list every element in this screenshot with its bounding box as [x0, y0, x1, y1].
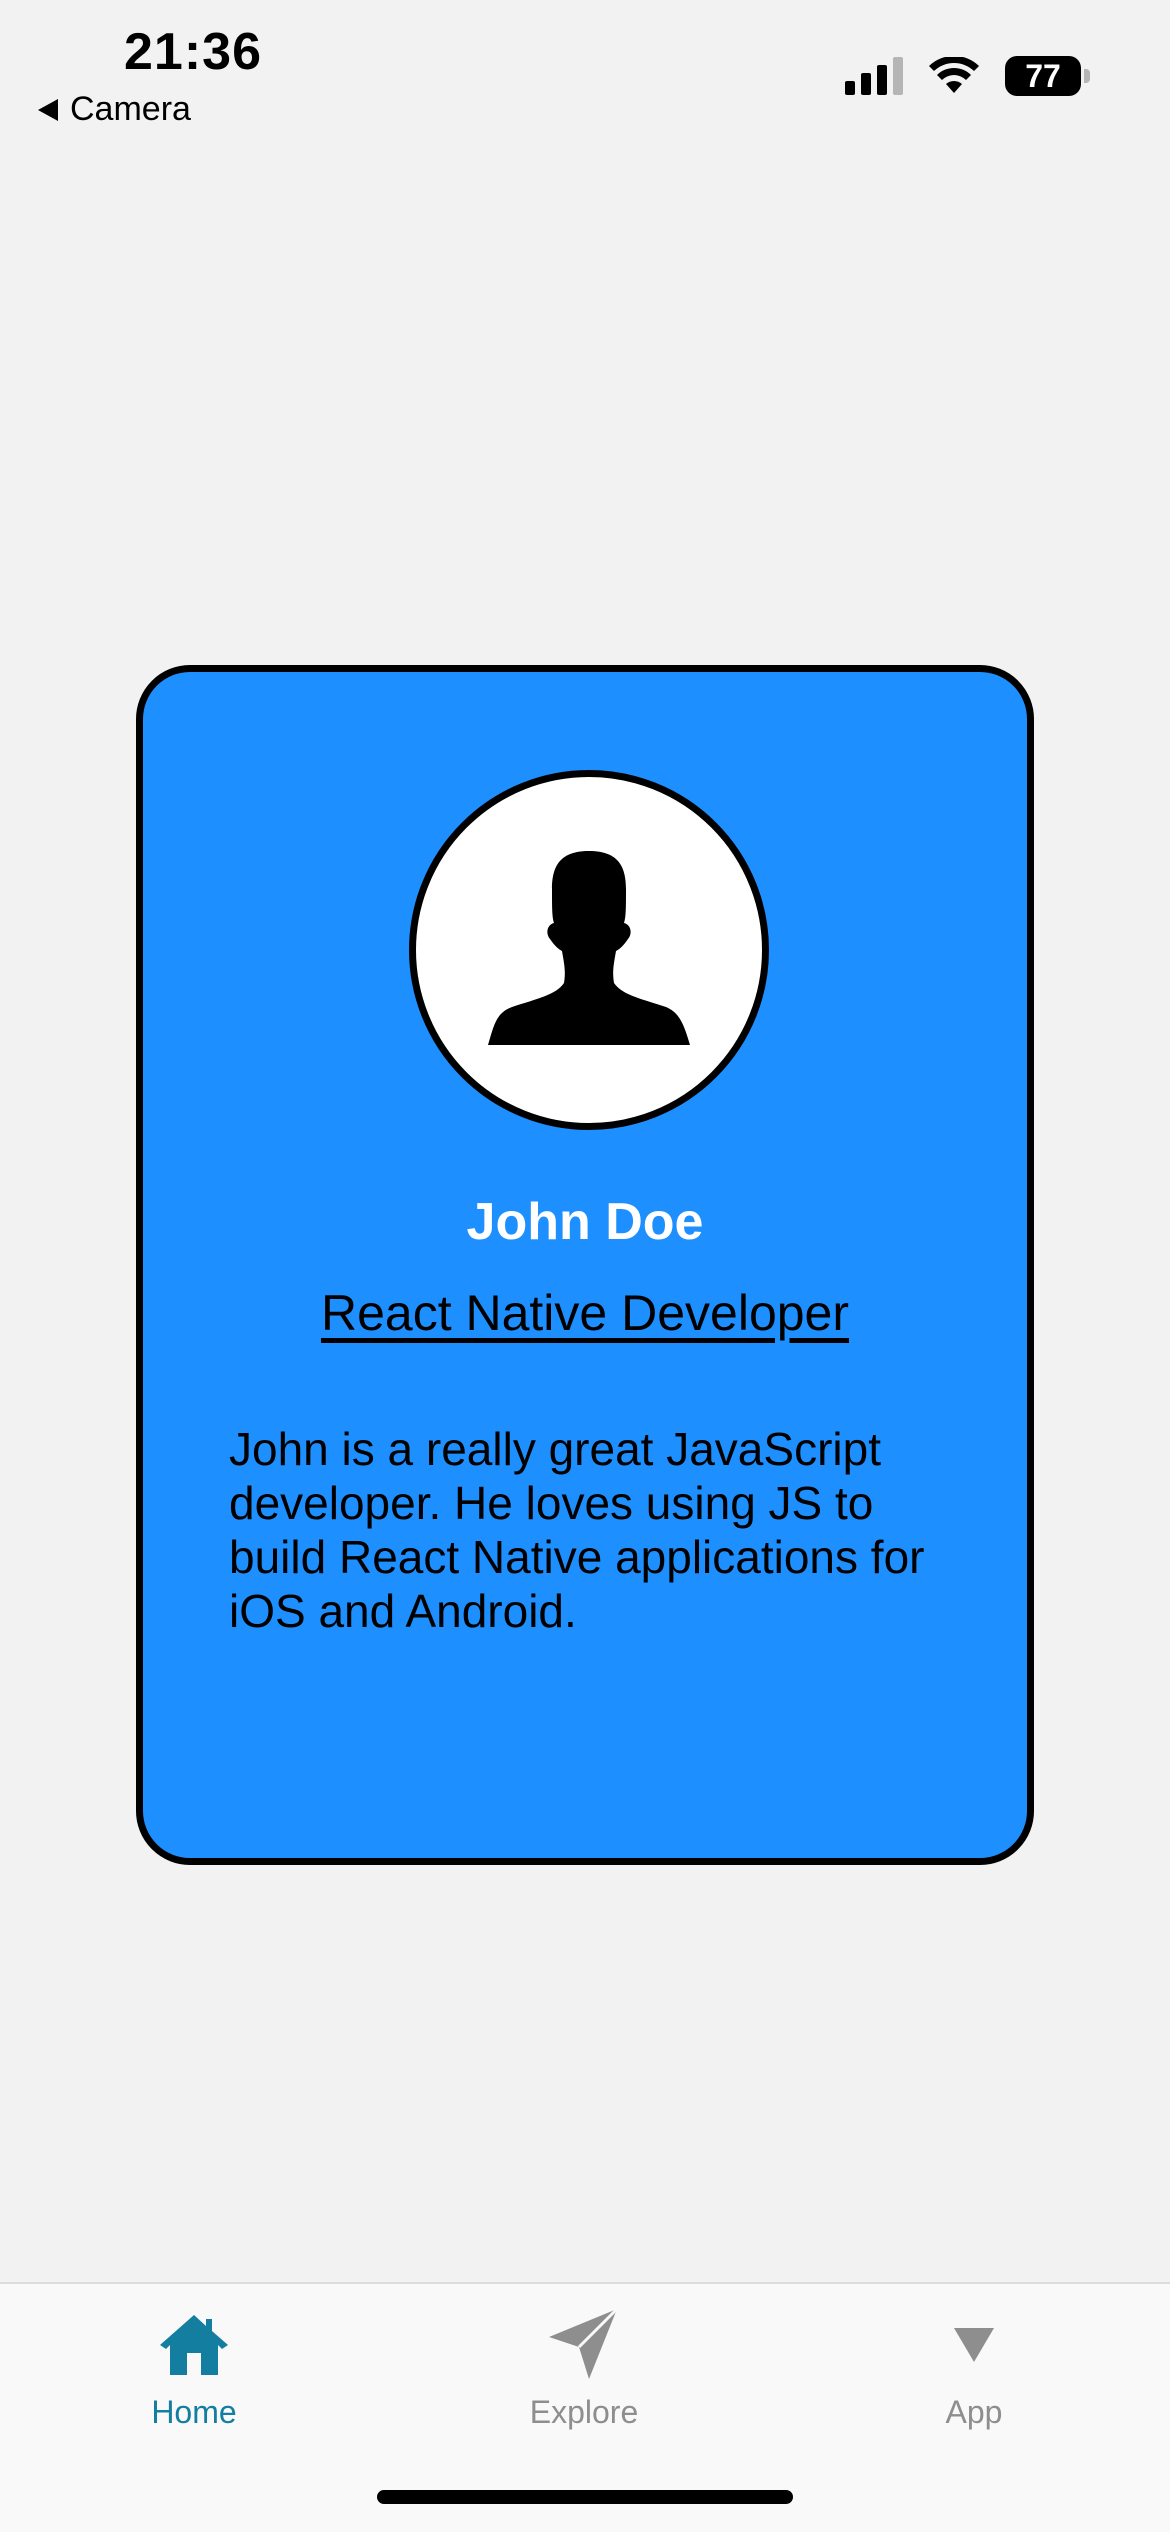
status-icons: 77: [845, 56, 1090, 96]
triangle-down-icon: [934, 2304, 1014, 2384]
status-bar: 21:36 Camera 77: [0, 0, 1170, 140]
screen: 21:36 Camera 77 John Doe React Native De…: [0, 0, 1170, 2532]
home-indicator[interactable]: [377, 2490, 793, 2504]
profile-bio: John is a really great JavaScript develo…: [229, 1423, 925, 1637]
wifi-icon: [929, 57, 979, 93]
tab-home-label: Home: [151, 2394, 237, 2430]
paper-plane-icon: [544, 2304, 624, 2384]
back-to-camera-link[interactable]: Camera: [38, 90, 191, 129]
back-link-label: Camera: [70, 90, 191, 128]
tab-explore[interactable]: Explore: [434, 2304, 734, 2431]
battery-icon: 77: [1005, 56, 1090, 96]
tab-explore-label: Explore: [529, 2394, 639, 2430]
profile-card: John Doe React Native Developer John is …: [136, 665, 1034, 1865]
tab-home[interactable]: Home: [44, 2304, 344, 2431]
status-time: 21:36: [124, 23, 262, 81]
tab-app-label: App: [945, 2394, 1003, 2430]
battery-cap: [1084, 69, 1090, 83]
home-icon: [154, 2304, 234, 2384]
back-arrow-icon: [38, 98, 58, 121]
person-silhouette-icon: [488, 851, 690, 1045]
tab-app[interactable]: App: [824, 2304, 1124, 2431]
cellular-signal-icon: [845, 57, 903, 95]
avatar: [409, 770, 769, 1130]
profile-name: John Doe: [466, 1193, 704, 1251]
battery-level: 77: [1005, 56, 1081, 96]
profile-role-link[interactable]: React Native Developer: [143, 1284, 1027, 1342]
